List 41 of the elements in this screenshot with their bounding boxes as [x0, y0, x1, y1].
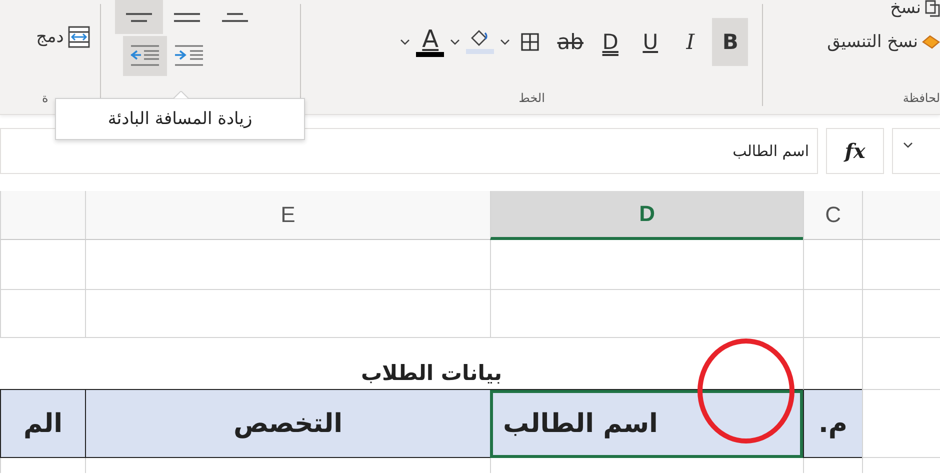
column-header[interactable]: C	[803, 191, 862, 240]
table-cell: الم	[0, 390, 85, 458]
column-header[interactable]: E	[85, 191, 490, 240]
increase-indent-icon	[130, 45, 160, 67]
strikethrough-button[interactable]: ab	[552, 18, 588, 66]
tooltip: زيادة المسافة البادئة	[55, 98, 305, 140]
underline-button[interactable]: U	[632, 18, 668, 66]
align-bottom-icon	[220, 12, 249, 22]
table-cell: التخصص	[85, 390, 490, 458]
merge-cells-icon	[68, 26, 90, 48]
tooltip-pointer	[173, 91, 189, 99]
dropdown-caret-icon[interactable]	[450, 38, 460, 46]
merge-button[interactable]: دمج	[36, 26, 90, 48]
group-label: الخط	[518, 90, 546, 106]
align-top-button[interactable]	[114, 0, 163, 34]
paintbrush-icon	[922, 35, 940, 49]
column-header[interactable]	[862, 191, 940, 240]
bold-button[interactable]: B	[712, 18, 748, 66]
align-middle-icon	[172, 12, 201, 22]
paint-bucket-icon	[471, 30, 490, 48]
table-cell: م.	[803, 390, 862, 458]
dropdown-caret-icon[interactable]	[903, 141, 913, 149]
font-color-button[interactable]: A	[412, 18, 448, 66]
borders-icon	[521, 33, 540, 51]
insert-function-button[interactable]: fx	[826, 128, 884, 174]
align-top-icon	[124, 12, 153, 22]
copy-button[interactable]: نسخ	[890, 0, 940, 22]
dropdown-caret-icon[interactable]	[500, 38, 510, 46]
column-header[interactable]	[0, 191, 85, 240]
format-painter-button[interactable]: نسخ التنسيق	[827, 32, 940, 52]
table-cell: اسم الطالب	[490, 390, 803, 458]
italic-button[interactable]: I	[672, 18, 708, 66]
dropdown-caret-icon[interactable]	[400, 38, 410, 46]
column-header[interactable]: D	[490, 191, 803, 240]
double-underline-button[interactable]: D	[592, 18, 628, 66]
group-label: لحافظة	[902, 90, 940, 106]
copy-icon	[925, 0, 940, 16]
increase-indent-button[interactable]	[122, 36, 167, 76]
group-label: ة	[41, 90, 50, 106]
formula-input[interactable]: اسم الطالب	[0, 128, 818, 174]
decrease-indent-icon	[174, 45, 204, 67]
